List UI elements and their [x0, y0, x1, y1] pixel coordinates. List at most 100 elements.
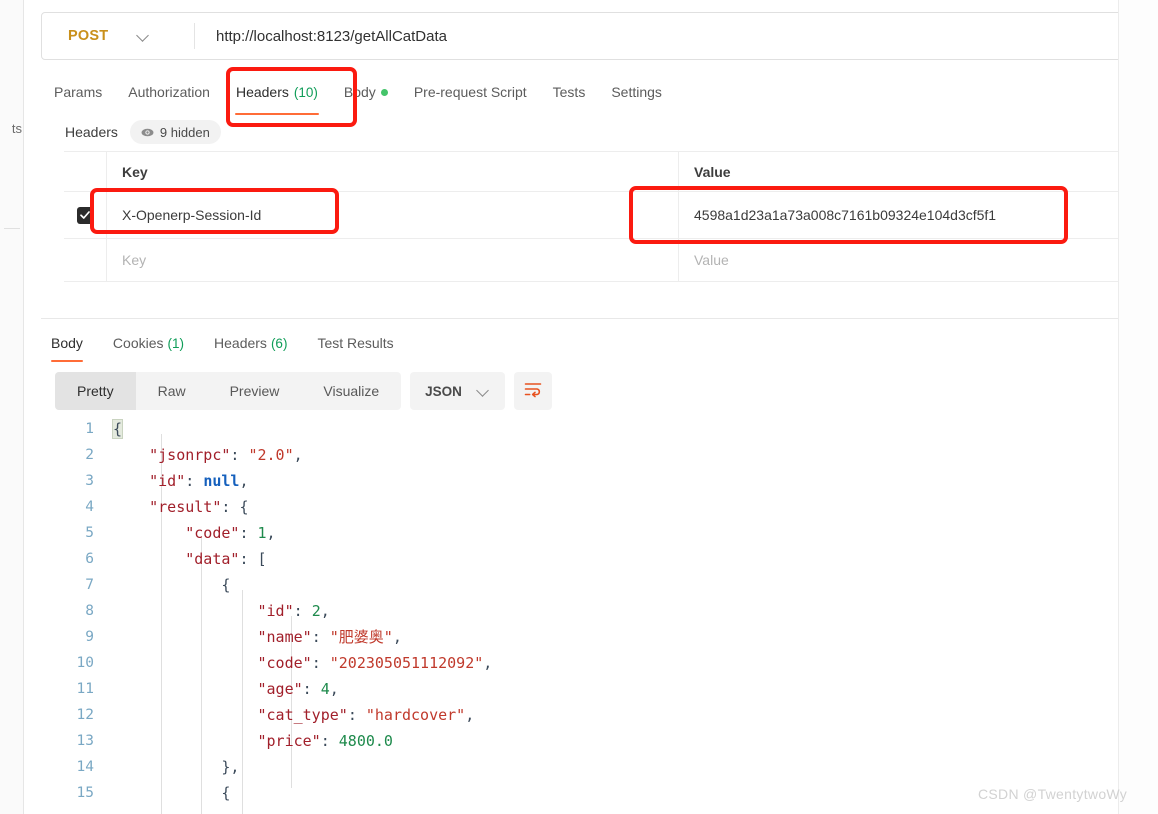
- tab-tests-label: Tests: [552, 84, 586, 100]
- response-body-code-viewer[interactable]: 1{2 "jsonrpc": "2.0", 3 "id": null, 4 "res…: [51, 416, 1142, 814]
- headers-section-title: Headers: [65, 124, 118, 140]
- collapsed-sidebar: ts: [0, 0, 24, 814]
- view-mode-preview-label: Preview: [229, 383, 280, 399]
- wrap-lines-icon: [523, 379, 543, 404]
- code-line-text: "price": 4800.0: [257, 732, 393, 750]
- header-value-cell[interactable]: 4598a1d23a1a73a008c7161b09324e104d3cf5f1: [679, 192, 1142, 238]
- code-line: 3 "id": null,: [51, 468, 1142, 494]
- line-number: 5: [85, 525, 94, 541]
- line-number: 1: [85, 421, 94, 437]
- response-tab-headers-count: (6): [270, 335, 288, 351]
- line-number: 7: [85, 577, 94, 593]
- line-number: 12: [76, 707, 94, 723]
- tab-settings-label: Settings: [611, 84, 662, 100]
- url-input[interactable]: [195, 13, 1135, 59]
- table-row[interactable]: Key Value: [64, 238, 1142, 282]
- code-line-text: "age": 4,: [257, 680, 339, 698]
- tab-headers-count: (10): [293, 84, 318, 100]
- code-line: 5 "code": 1,: [51, 520, 1142, 546]
- code-line: 13 "price": 4800.0: [51, 728, 1142, 754]
- response-format-bar: Pretty Raw Preview Visualize JSON: [55, 372, 552, 410]
- header-key-value: X-Openerp-Session-Id: [122, 207, 262, 223]
- header-key-cell[interactable]: X-Openerp-Session-Id: [107, 192, 679, 238]
- tab-tests[interactable]: Tests: [540, 74, 599, 110]
- line-number: 4: [85, 499, 94, 515]
- response-language-label: JSON: [425, 383, 462, 399]
- header-key-placeholder: Key: [122, 252, 147, 268]
- line-number: 2: [85, 447, 94, 463]
- tab-body[interactable]: Body: [331, 74, 401, 110]
- code-line-text: "id": 2,: [257, 602, 330, 620]
- response-tab-body[interactable]: Body: [51, 328, 83, 362]
- view-mode-pretty[interactable]: Pretty: [55, 372, 136, 410]
- code-line-text: "id": null,: [149, 472, 249, 490]
- chevron-down-icon: [138, 30, 150, 42]
- line-number: 14: [76, 759, 94, 775]
- view-mode-visualize[interactable]: Visualize: [301, 372, 401, 410]
- line-number: 13: [76, 733, 94, 749]
- header-select-all-cell: [64, 152, 107, 191]
- tab-authorization-label: Authorization: [128, 84, 210, 100]
- view-mode-raw[interactable]: Raw: [136, 372, 208, 410]
- headers-section-header: Headers 9 hidden: [41, 118, 221, 146]
- response-tab-test-results[interactable]: Test Results: [317, 328, 393, 358]
- code-line: 8 "id": 2,: [51, 598, 1142, 624]
- chevron-down-icon: [478, 385, 490, 397]
- column-header-key-label: Key: [122, 163, 148, 180]
- code-line: 2 "jsonrpc": "2.0",: [51, 442, 1142, 468]
- response-view-mode-group: Pretty Raw Preview Visualize: [55, 372, 402, 410]
- code-line-text: "code": "202305051112092",: [257, 654, 493, 672]
- code-line: 11 "age": 4,: [51, 676, 1142, 702]
- request-url-bar: POST: [41, 12, 1136, 60]
- code-line: 14 },: [51, 754, 1142, 780]
- code-line: 12 "cat_type": "hardcover",: [51, 702, 1142, 728]
- line-number: 6: [85, 551, 94, 567]
- header-key-cell-empty[interactable]: Key: [107, 239, 679, 281]
- hidden-headers-badge[interactable]: 9 hidden: [129, 120, 221, 144]
- http-method-selector[interactable]: POST: [42, 13, 194, 59]
- tab-authorization[interactable]: Authorization: [115, 74, 223, 110]
- code-line-text: },: [221, 758, 240, 776]
- tab-params-label: Params: [54, 84, 103, 100]
- view-mode-visualize-label: Visualize: [323, 383, 380, 399]
- code-line: 7 {: [51, 572, 1142, 598]
- code-line: 10 "code": "202305051112092",: [51, 650, 1142, 676]
- code-line-text: "code": 1,: [185, 524, 276, 542]
- code-line-text: "jsonrpc": "2.0",: [149, 446, 303, 464]
- request-tabs: Params Authorization Headers (10) Body P…: [41, 74, 1136, 115]
- code-line-text: {: [221, 576, 231, 594]
- view-mode-pretty-label: Pretty: [77, 383, 114, 399]
- view-mode-preview[interactable]: Preview: [208, 372, 302, 410]
- response-tab-test-results-label: Test Results: [317, 335, 394, 351]
- headers-table: Key Value X-Openerp-Session-Id 4598a1d23…: [64, 151, 1142, 282]
- column-header-key: Key: [107, 152, 679, 191]
- header-enabled-checkbox[interactable]: [76, 206, 94, 224]
- code-line: 1{: [51, 416, 1142, 442]
- code-line-text: {: [111, 419, 124, 439]
- response-tab-headers[interactable]: Headers (6): [214, 328, 287, 358]
- column-header-value: Value: [679, 152, 1142, 191]
- table-row[interactable]: X-Openerp-Session-Id 4598a1d23a1a73a008c…: [64, 191, 1142, 239]
- response-tab-cookies-label: Cookies: [112, 335, 164, 351]
- header-value-value: 4598a1d23a1a73a008c7161b09324e104d3cf5f1: [694, 207, 997, 223]
- tab-headers[interactable]: Headers (10): [223, 74, 331, 115]
- headers-table-header-row: Key Value: [64, 151, 1142, 192]
- response-language-selector[interactable]: JSON: [410, 372, 505, 410]
- code-line: 6 "data": [: [51, 546, 1142, 572]
- body-modified-dot-icon: [380, 88, 388, 96]
- tab-pre-request-script[interactable]: Pre-request Script: [401, 74, 540, 110]
- line-number: 9: [85, 629, 94, 645]
- response-tab-cookies-count: (1): [167, 335, 185, 351]
- header-row-checkbox-cell-empty[interactable]: [64, 239, 107, 281]
- tab-settings[interactable]: Settings: [598, 74, 675, 110]
- header-row-checkbox-cell[interactable]: [64, 192, 107, 238]
- tab-params[interactable]: Params: [41, 74, 115, 110]
- response-tab-body-label: Body: [51, 335, 83, 351]
- response-tab-headers-label: Headers: [214, 335, 267, 351]
- code-line: 9 "name": "肥婆奥",: [51, 624, 1142, 650]
- view-mode-raw-label: Raw: [157, 383, 186, 399]
- response-tab-cookies[interactable]: Cookies (1): [113, 328, 184, 358]
- wrap-lines-button[interactable]: [513, 372, 552, 410]
- header-value-cell-empty[interactable]: Value: [679, 239, 1142, 281]
- tab-headers-label: Headers: [235, 84, 289, 100]
